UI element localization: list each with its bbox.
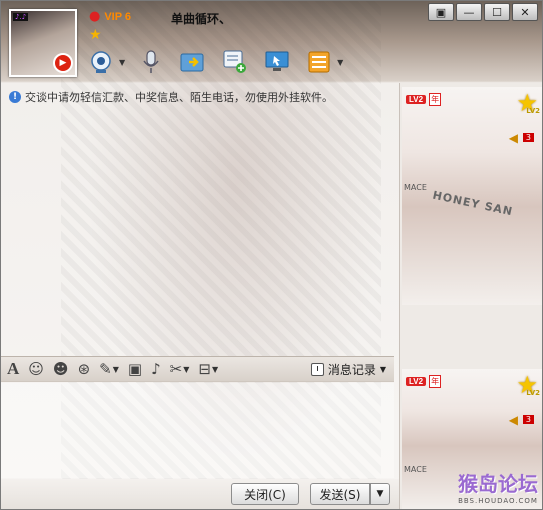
- maximize-button[interactable]: ☐: [484, 3, 510, 21]
- font-button[interactable]: A: [7, 359, 19, 379]
- chat-window: ▣ — ☐ ✕ ♪.♪ ▶ ● VIP 6 ★ 单曲循环、 ▼ ▼ ! 交谈中请…: [0, 0, 543, 510]
- toolbox-dropdown-icon[interactable]: ▼: [212, 365, 218, 374]
- screenshot-dropdown-icon[interactable]: ▼: [183, 365, 189, 374]
- level-badge: LV2: [406, 95, 427, 104]
- send-options-dropdown[interactable]: ▼: [370, 483, 390, 505]
- avatar-tag: ♪.♪: [13, 13, 29, 21]
- app-box-dropdown-icon[interactable]: ▼: [337, 58, 343, 67]
- security-notice: ! 交谈中请勿轻信汇款、中奖信息、陌生电话，勿使用外挂软件。: [9, 89, 333, 105]
- microphone-button[interactable]: [135, 47, 167, 77]
- webcam-icon: [91, 51, 111, 73]
- speaker-icon[interactable]: ◀: [509, 413, 518, 427]
- send-button[interactable]: 发送(S): [310, 483, 370, 505]
- history-dropdown-icon[interactable]: ▼: [380, 365, 386, 374]
- watermark-main: 猴岛论坛: [458, 472, 538, 496]
- close-button[interactable]: 关闭(C): [231, 483, 299, 505]
- message-input[interactable]: [1, 383, 394, 478]
- level-badges: LV2 年: [406, 375, 442, 388]
- status-signature: 单曲循环、: [171, 12, 232, 26]
- clock-icon: [310, 362, 324, 376]
- doodle-dropdown-icon[interactable]: ▼: [113, 365, 119, 374]
- file-transfer-icon: [180, 53, 204, 72]
- year-badge: 年: [429, 93, 442, 106]
- picture-icon[interactable]: ▣: [128, 360, 142, 378]
- star-level: LV2: [526, 389, 540, 397]
- app-box-icon: [308, 51, 330, 73]
- count-badge: 3: [522, 415, 534, 424]
- penguin-icon: ●: [89, 9, 101, 24]
- history-label: 消息记录: [327, 362, 376, 377]
- window-controls: ▣ — ☐ ✕: [428, 3, 538, 21]
- vip-badge[interactable]: ● VIP 6: [89, 9, 131, 24]
- group-chat-icon: [223, 50, 247, 73]
- format-toolbar: A ☺ ☻ ⊛ ✎ ▼ ▣ ♪ ✂ ▼ ⊟ ▼ 消息记录 ▼: [1, 356, 394, 382]
- video-play-icon[interactable]: ▶: [53, 53, 73, 73]
- group-chat-button[interactable]: [219, 47, 251, 77]
- pen-icon: ✎: [99, 360, 112, 378]
- avatar[interactable]: ♪.♪ ▶: [9, 9, 77, 77]
- star-icon[interactable]: ★: [89, 27, 102, 43]
- close-window-button[interactable]: ✕: [512, 3, 538, 21]
- message-display-area[interactable]: ! 交谈中请勿轻信汇款、中奖信息、陌生电话，勿使用外挂软件。: [1, 83, 394, 355]
- remote-assist-icon: [265, 51, 289, 71]
- shirt-text: HONEY SAN: [431, 188, 515, 219]
- magic-emoticon-icon[interactable]: ☻: [53, 360, 69, 378]
- level-badges: LV2 年: [406, 93, 442, 106]
- stamp-icon[interactable]: ⊛: [78, 360, 91, 378]
- app-box-button[interactable]: [303, 47, 335, 77]
- speaker-icon[interactable]: ◀: [509, 131, 518, 145]
- skin-button[interactable]: ▣: [428, 3, 454, 21]
- bottom-bar: 关闭(C) 发送(S) ▼: [1, 479, 400, 509]
- forum-watermark: 猴岛论坛 BBS.HOUDAO.COM: [458, 468, 538, 505]
- scissors-icon: ✂: [169, 360, 183, 378]
- music-icon[interactable]: ♪: [151, 360, 161, 378]
- level-badge: LV2: [406, 377, 427, 386]
- file-transfer-button[interactable]: [177, 47, 209, 77]
- microphone-icon: [143, 50, 159, 73]
- security-notice-text: 交谈中请勿轻信汇款、中奖信息、陌生电话，勿使用外挂软件。: [25, 91, 333, 104]
- briefcase-icon: ⊟: [198, 360, 211, 378]
- year-badge: 年: [429, 375, 442, 388]
- shield-icon: !: [9, 91, 21, 103]
- photo-brand-text: MACE: [404, 183, 427, 192]
- main-toolbar: ▼ ▼: [85, 47, 343, 77]
- contact-show-panel: LV2 年 ★ LV2 ◀ 3 MACE HONEY SAN LV2 年 ★ L…: [399, 83, 542, 509]
- star-level: LV2: [526, 107, 540, 115]
- remote-assist-button[interactable]: [261, 47, 293, 77]
- vip-level: VIP 6: [104, 10, 132, 23]
- photo-brand-text: MACE: [404, 465, 427, 474]
- contact-show-photo[interactable]: LV2 年 ★ LV2 ◀ 3 MACE HONEY SAN: [402, 87, 542, 305]
- message-history-button[interactable]: 消息记录 ▼: [310, 361, 386, 378]
- doodle-button[interactable]: ✎ ▼: [99, 360, 119, 378]
- count-badge: 3: [522, 133, 534, 142]
- toolbox-button[interactable]: ⊟ ▼: [198, 360, 218, 378]
- screenshot-button[interactable]: ✂ ▼: [170, 360, 190, 378]
- webcam-dropdown-icon[interactable]: ▼: [119, 58, 125, 67]
- minimize-button[interactable]: —: [456, 3, 482, 21]
- webcam-button[interactable]: [85, 47, 117, 77]
- watermark-sub: BBS.HOUDAO.COM: [458, 497, 538, 505]
- emoticon-icon[interactable]: ☺: [28, 360, 44, 378]
